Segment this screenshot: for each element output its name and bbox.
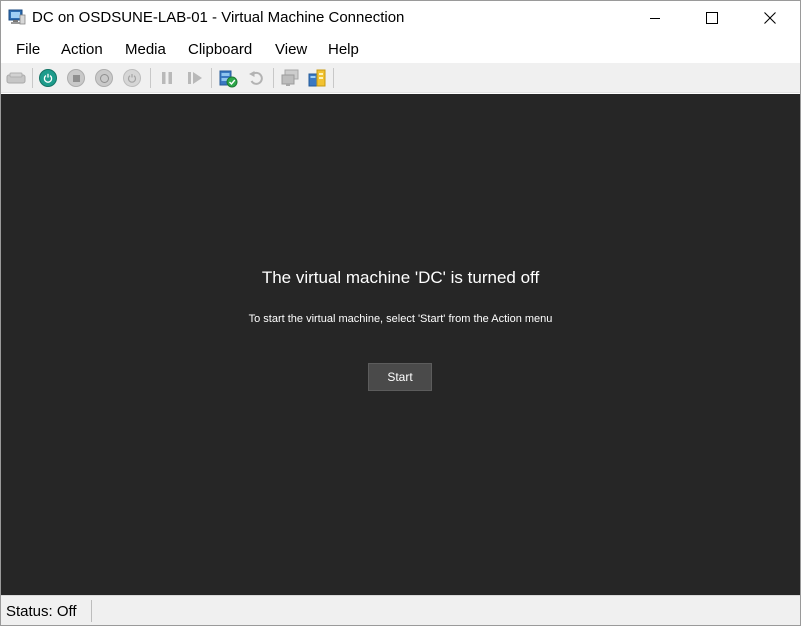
toolbar-separator [333,68,334,88]
close-button[interactable] [747,1,793,34]
status-separator [91,600,92,622]
vm-connection-app-icon [8,9,26,25]
pause-icon [162,72,172,84]
revert-icon [249,71,263,85]
toolbar-separator [150,68,151,88]
enhanced-session-icon [281,69,299,86]
toolbar-separator [211,68,212,88]
menu-action[interactable]: Action [61,41,103,58]
resume-button[interactable] [184,67,206,89]
vm-connection-window: DC on OSDSUNE-LAB-01 - Virtual Machine C… [0,0,801,626]
ctrl-alt-del-icon [6,72,26,84]
menu-help[interactable]: Help [328,41,359,58]
toolbar-separator [32,68,33,88]
toolbar [1,63,800,93]
vm-off-message: The virtual machine 'DC' is turned off [261,268,540,287]
vm-console[interactable]: The virtual machine 'DC' is turned off T… [1,94,800,595]
minimize-button[interactable] [632,1,678,34]
vm-off-instructions: To start the virtual machine, select 'St… [248,313,553,325]
checkpoint-button[interactable] [217,67,239,89]
status-text: Status: Off [6,603,77,620]
menu-bar: File Action Media Clipboard View Help [1,35,800,63]
save-button[interactable] [121,67,143,89]
shut-down-button[interactable] [93,67,115,89]
start-button[interactable]: Start [368,363,432,391]
turn-off-button[interactable] [65,67,87,89]
status-bar: Status: Off [1,595,800,625]
toolbar-separator [273,68,274,88]
menu-media[interactable]: Media [125,41,166,58]
ctrl-alt-del-button[interactable] [5,67,27,89]
resume-icon [188,72,202,84]
pause-button[interactable] [156,67,178,89]
maximize-button[interactable] [689,1,735,34]
enhanced-session-button[interactable] [279,67,301,89]
minimize-icon [650,17,660,19]
turn-off-icon [67,69,85,87]
share-icon [308,69,326,87]
revert-button[interactable] [245,67,267,89]
window-title: DC on OSDSUNE-LAB-01 - Virtual Machine C… [32,9,405,26]
menu-view[interactable]: View [275,41,307,58]
checkpoint-icon [219,70,238,88]
maximize-icon [706,11,718,24]
start-icon [39,69,57,87]
title-bar: DC on OSDSUNE-LAB-01 - Virtual Machine C… [1,1,800,35]
share-button[interactable] [306,67,328,89]
menu-clipboard[interactable]: Clipboard [188,41,252,58]
start-toolbar-button[interactable] [37,67,59,89]
close-icon [764,11,776,24]
save-icon [123,69,141,87]
shut-down-icon [95,69,113,87]
menu-file[interactable]: File [16,41,40,58]
